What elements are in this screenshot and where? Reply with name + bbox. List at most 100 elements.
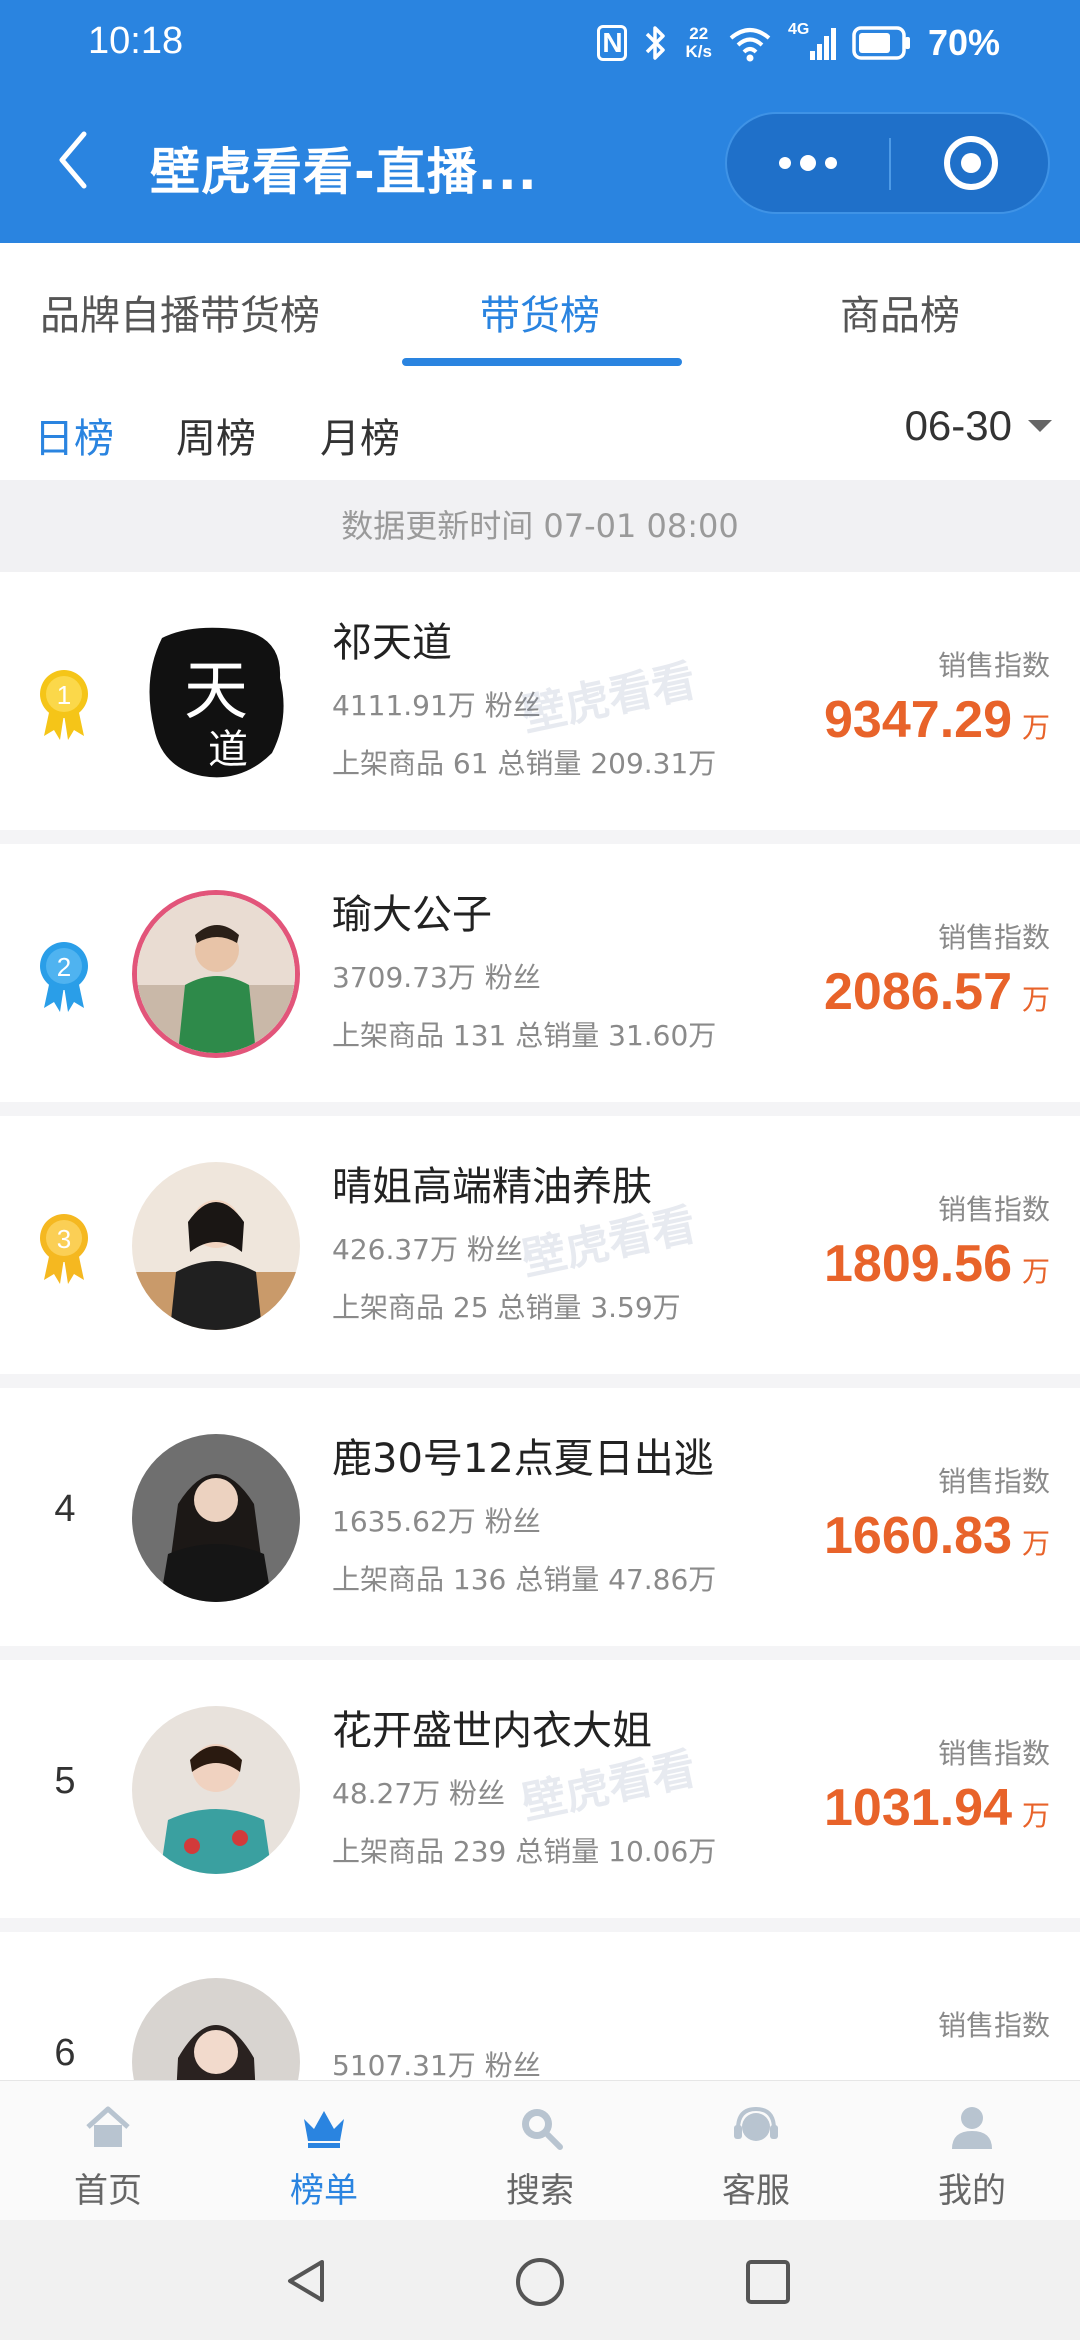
nfc-icon: N: [597, 25, 628, 61]
list-item[interactable]: 2 瑜大公子 3709.73万 粉丝 上架商品 131 总销量 31.60万 销…: [0, 844, 1080, 1102]
net-speed-unit: K/s: [685, 42, 712, 61]
fan-count: 4111.91万 粉丝: [332, 689, 541, 722]
svg-text:2: 2: [57, 952, 71, 982]
period-tabs: 日榜 周榜 月榜 06-30: [0, 378, 1080, 480]
sales-stats: 上架商品 61 总销量 209.31万: [332, 747, 717, 780]
more-button[interactable]: [727, 114, 889, 212]
avatar: [132, 890, 300, 1058]
chevron-left-icon: [59, 131, 87, 189]
sales-index: 1809.56 万: [824, 1234, 1050, 1294]
user-icon: [952, 2107, 992, 2149]
home-circle-icon[interactable]: [514, 2256, 566, 2308]
streamer-name: 花开盛世内衣大姐: [332, 1708, 652, 1754]
sales-index-value: 2086.57: [824, 963, 1012, 1021]
fan-count: 48.27万 粉丝: [332, 1777, 506, 1810]
recents-square-icon[interactable]: [744, 2258, 792, 2306]
fan-count: 3709.73万 粉丝: [332, 961, 541, 994]
sales-stats: 上架商品 25 总销量 3.59万: [332, 1291, 681, 1324]
page-title: 壁虎看看-直播...: [150, 143, 538, 201]
tab-weekly[interactable]: 周榜: [176, 406, 256, 464]
nav-profile[interactable]: 我的: [864, 2081, 1080, 2221]
sales-index: 1660.83 万: [824, 1506, 1050, 1566]
date-selector-value: 06-30: [904, 402, 1012, 449]
battery-percent: 70%: [927, 22, 1000, 63]
date-selector[interactable]: 06-30: [905, 402, 1052, 450]
tab-monthly[interactable]: 月榜: [320, 406, 400, 464]
avatar: [132, 1162, 300, 1330]
gold-medal-icon: 1: [40, 670, 88, 740]
sales-index-unit: 万: [1021, 1799, 1050, 1832]
search-icon: [522, 2109, 563, 2150]
sales-index-value: 1031.94: [824, 1779, 1012, 1837]
nav-ranking-label: 榜单: [290, 2171, 358, 2211]
sales-index-label: 销售指数: [937, 1193, 1050, 1226]
sales-index-value: 1809.56: [824, 1235, 1012, 1293]
sales-index: 9347.29 万: [824, 690, 1050, 750]
nav-service[interactable]: 客服: [648, 2081, 864, 2221]
home-icon: [86, 2106, 130, 2147]
nav-ranking[interactable]: 榜单: [216, 2081, 432, 2221]
avatar: [132, 1978, 300, 2080]
list-item[interactable]: 5 花开盛世内衣大姐 48.27万 粉丝 上架商品 239 总销量 10.06万…: [0, 1660, 1080, 1918]
fan-count: 5107.31万 粉丝: [332, 2049, 541, 2080]
streamer-name: 晴姐高端精油养肤: [332, 1164, 652, 1210]
list-item[interactable]: 6 5107.31万 粉丝 销售指数: [0, 1932, 1080, 2080]
update-time: 数据更新时间 07-01 08:00: [0, 480, 1080, 572]
back-triangle-icon[interactable]: [282, 2256, 332, 2306]
headset-icon: [734, 2106, 778, 2141]
system-nav-bar: [0, 2220, 1080, 2340]
sales-index-label: 销售指数: [937, 1465, 1050, 1498]
nav-bar: 壁虎看看-直播...: [0, 100, 1080, 230]
sales-index: 1031.94 万: [824, 1778, 1050, 1838]
tab-products[interactable]: 商品榜: [840, 283, 960, 341]
net-speed-value: 22: [689, 24, 709, 43]
watermark: 壁虎看看: [517, 655, 701, 742]
status-bar: 10:18 N 22 K/s 4G 70%: [0, 0, 1080, 90]
back-button[interactable]: [40, 120, 110, 200]
list-item[interactable]: 1 天 道 祁天道 4111.91万 粉丝 上架商品 61 总销量 209.31…: [0, 572, 1080, 830]
rank-number: 6: [54, 2032, 76, 2074]
nav-profile-label: 我的: [938, 2171, 1006, 2211]
sales-index: 2086.57 万: [824, 962, 1050, 1022]
sales-index-label: 销售指数: [937, 2009, 1050, 2042]
tab-live-sales[interactable]: 带货榜: [480, 283, 600, 341]
nav-service-label: 客服: [722, 2171, 790, 2211]
nav-search[interactable]: 搜索: [432, 2081, 648, 2221]
svg-text:天: 天: [184, 655, 248, 729]
status-icons: N 22 K/s 4G 70%: [597, 18, 1000, 68]
bluetooth-icon: [646, 26, 666, 60]
nav-search-label: 搜索: [506, 2171, 574, 2211]
close-button[interactable]: [891, 114, 1050, 212]
signal-icon: 4G: [788, 21, 836, 63]
avatar: 天 道: [132, 618, 300, 786]
sales-index-label: 销售指数: [937, 1737, 1050, 1770]
sales-stats: 上架商品 131 总销量 31.60万: [332, 1019, 717, 1052]
tab-brand-self-live[interactable]: 品牌自播带货榜: [40, 283, 320, 341]
nav-home[interactable]: 首页: [0, 2081, 216, 2221]
sales-stats: 上架商品 136 总销量 47.86万: [332, 1563, 717, 1596]
sales-index-unit: 万: [1021, 1255, 1050, 1288]
status-time: 10:18: [88, 20, 184, 62]
avatar: [132, 1706, 300, 1874]
list-item[interactable]: 3 晴姐高端精油养肤 426.37万 粉丝 上架商品 25 总销量 3.59万 …: [0, 1116, 1080, 1374]
target-circle-icon: [943, 136, 998, 190]
streamer-name: 鹿30号12点夏日出逃: [332, 1436, 714, 1482]
mini-program-capsule: [725, 112, 1050, 214]
ranking-list: 1 天 道 祁天道 4111.91万 粉丝 上架商品 61 总销量 209.31…: [0, 572, 1080, 2080]
bronze-medal-icon: 3: [40, 1214, 88, 1284]
streamer-name: 瑜大公子: [332, 892, 492, 938]
bottom-tab-bar: 首页 榜单 搜索 客服 我的: [0, 2080, 1080, 2220]
crown-icon: [304, 2111, 344, 2148]
svg-text:1: 1: [57, 680, 71, 710]
sales-index-unit: 万: [1021, 1527, 1050, 1560]
sales-index-unit: 万: [1021, 983, 1050, 1016]
fan-count: 426.37万 粉丝: [332, 1233, 523, 1266]
svg-text:道: 道: [208, 727, 248, 773]
tab-daily[interactable]: 日榜: [34, 406, 114, 464]
avatar: [132, 1434, 300, 1602]
caret-down-icon: [1028, 420, 1052, 432]
app-header: 10:18 N 22 K/s 4G 70% 壁虎看看-直播...: [0, 0, 1080, 243]
wifi-icon: [729, 28, 771, 62]
list-item[interactable]: 4 鹿30号12点夏日出逃 1635.62万 粉丝 上架商品 136 总销量 4…: [0, 1388, 1080, 1646]
more-dots-icon: [779, 155, 837, 171]
